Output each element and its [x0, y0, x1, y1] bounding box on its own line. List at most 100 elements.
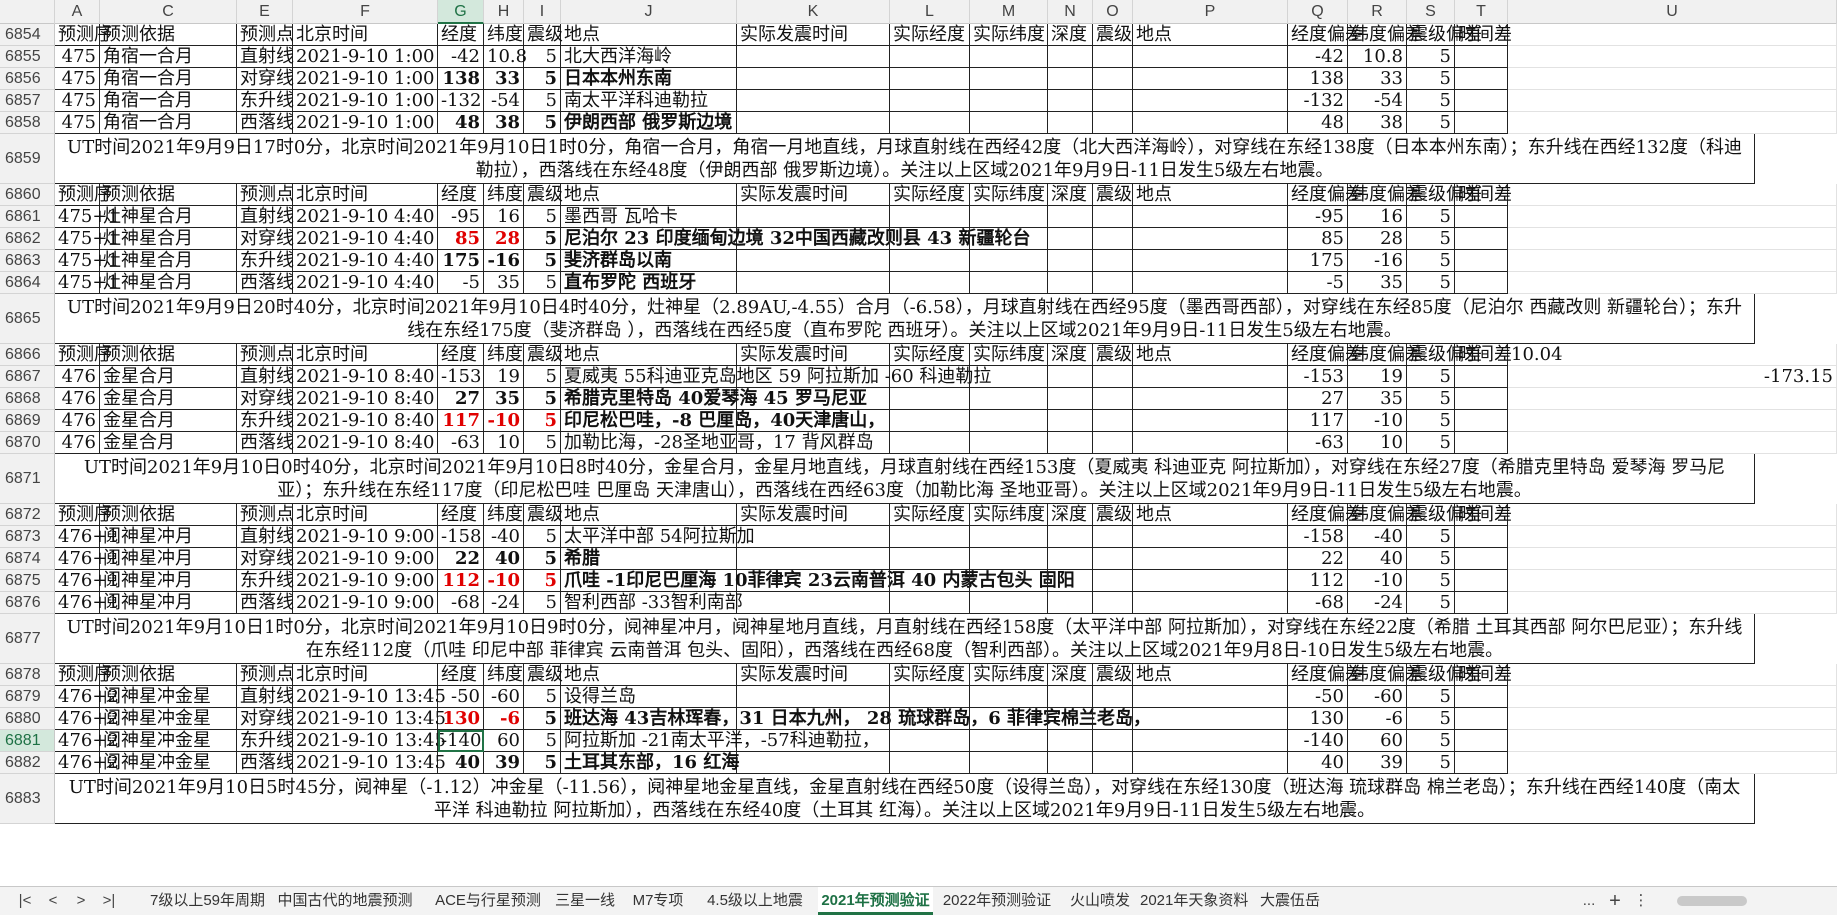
cell-l[interactable] — [890, 570, 970, 592]
header-cell-k[interactable]: 实际发震时间 — [737, 664, 890, 686]
next-sheet-button[interactable]: > — [70, 890, 92, 912]
row-number[interactable]: 6883 — [0, 774, 55, 824]
row-number[interactable]: 6862 — [0, 228, 55, 250]
cell-p[interactable] — [1133, 46, 1288, 68]
cell-u[interactable] — [1508, 708, 1837, 730]
header-cell-g[interactable]: 经度 — [438, 24, 484, 46]
cell-n[interactable] — [1048, 570, 1093, 592]
cell-m[interactable] — [970, 752, 1048, 774]
cell-i[interactable]: 5 — [524, 730, 561, 752]
cell-n[interactable] — [1048, 272, 1093, 294]
cell-l[interactable] — [890, 228, 970, 250]
cell-u[interactable] — [1508, 250, 1837, 272]
cell-p[interactable] — [1133, 410, 1288, 432]
cell-k[interactable] — [737, 272, 890, 294]
cell-j[interactable]: 直布罗陀 西班牙 — [561, 272, 737, 294]
cell-o[interactable] — [1093, 228, 1133, 250]
cell-c[interactable]: 金星合月 — [100, 366, 237, 388]
header-cell-c[interactable]: 预测依据 — [100, 24, 237, 46]
cell-c[interactable]: 角宿一合月 — [100, 112, 237, 134]
cell-p[interactable] — [1133, 388, 1288, 410]
header-cell-q[interactable]: 经度偏差 — [1288, 24, 1363, 46]
column-header-j[interactable]: J — [561, 0, 737, 24]
header-cell-h[interactable]: 纬度 — [484, 504, 524, 526]
cell-p[interactable] — [1133, 708, 1288, 730]
cell-f[interactable]: 2021-9-10 8:40 — [293, 410, 438, 432]
cell-t[interactable] — [1455, 592, 1508, 614]
cell-f[interactable]: 2021-9-10 4:40 — [293, 228, 438, 250]
cell-h[interactable]: 40 — [484, 548, 524, 570]
cell-c[interactable]: 角宿一合月 — [100, 68, 237, 90]
header-cell-i[interactable]: 震级 — [524, 24, 563, 46]
cell-f[interactable]: 2021-9-10 4:40 — [293, 250, 438, 272]
cell-u[interactable] — [1508, 68, 1837, 90]
cell-e[interactable]: 直射线 — [237, 46, 294, 68]
cell-g[interactable]: -158 — [438, 526, 484, 548]
cell-a[interactable]: 476+2 — [55, 708, 119, 730]
cell-l[interactable] — [890, 206, 970, 228]
column-header-m[interactable]: M — [970, 0, 1048, 24]
row-number[interactable]: 6870 — [0, 432, 55, 454]
cell-r[interactable]: 38 — [1348, 112, 1407, 134]
cell-q[interactable]: 130 — [1288, 708, 1348, 730]
row-number[interactable]: 6855 — [0, 46, 55, 68]
cell-t[interactable] — [1455, 410, 1508, 432]
cell-j[interactable]: 日本本州东南 — [561, 68, 737, 90]
header-cell-c[interactable]: 预测依据 — [100, 184, 237, 206]
header-cell-s[interactable]: 震级偏差 — [1407, 344, 1482, 366]
header-cell-k[interactable]: 实际发震时间 — [737, 184, 890, 206]
row-number[interactable]: 6864 — [0, 272, 55, 294]
column-header-c[interactable]: C — [100, 0, 237, 24]
header-cell-i[interactable]: 震级 — [524, 344, 563, 366]
cell-s[interactable]: 5 — [1407, 228, 1455, 250]
header-cell-l[interactable]: 实际经度 — [890, 24, 970, 46]
cell-i[interactable]: 5 — [524, 708, 561, 730]
cell-e[interactable]: 对穿线 — [237, 228, 294, 250]
cell-q[interactable]: 175 — [1288, 250, 1348, 272]
cell-m[interactable] — [970, 686, 1048, 708]
cell-t[interactable] — [1455, 366, 1508, 388]
cell-q[interactable]: -5 — [1288, 272, 1348, 294]
cell-c[interactable]: 灶神星合月 — [100, 206, 237, 228]
cell-j[interactable]: 希腊 — [561, 548, 737, 570]
cell-h[interactable]: 10 — [484, 432, 524, 454]
sheet-tab[interactable]: 2022年预测验证 — [937, 887, 1057, 915]
cell-g[interactable]: 138 — [438, 68, 484, 90]
header-cell-p[interactable]: 地点 — [1133, 344, 1288, 366]
cell-p[interactable] — [1133, 686, 1288, 708]
cell-h[interactable]: 38 — [484, 112, 524, 134]
column-header-t[interactable]: T — [1455, 0, 1508, 24]
cell-g[interactable]: 85 — [438, 228, 484, 250]
header-cell-s[interactable]: 震级偏差 — [1407, 664, 1482, 686]
cell-n[interactable] — [1048, 592, 1093, 614]
header-cell-g[interactable]: 经度 — [438, 184, 484, 206]
header-cell-a[interactable]: 预测序 — [55, 24, 112, 46]
header-cell-t[interactable]: 时间差 — [1455, 24, 1512, 46]
cell-f[interactable]: 2021-9-10 9:00 — [293, 526, 438, 548]
cell-h[interactable]: -16 — [484, 250, 524, 272]
cell-n[interactable] — [1048, 206, 1093, 228]
cell-p[interactable] — [1133, 272, 1288, 294]
cell-t[interactable] — [1455, 570, 1508, 592]
row-number[interactable]: 6859 — [0, 134, 55, 184]
cell-s[interactable]: 5 — [1407, 730, 1455, 752]
cell-r[interactable]: -6 — [1348, 708, 1407, 730]
row-number[interactable]: 6878 — [0, 664, 55, 686]
cell-g[interactable]: -140 — [438, 730, 484, 752]
cell-t[interactable] — [1455, 250, 1508, 272]
cell-k[interactable] — [737, 432, 890, 454]
row-number[interactable]: 6877 — [0, 614, 55, 664]
cell-t[interactable] — [1455, 388, 1508, 410]
cell-e[interactable]: 西落线 — [237, 432, 294, 454]
header-cell-s[interactable]: 震级偏差 — [1407, 24, 1482, 46]
cell-q[interactable]: -42 — [1288, 46, 1348, 68]
column-header-a[interactable]: A — [55, 0, 100, 24]
cell-q[interactable]: -63 — [1288, 432, 1348, 454]
cell-o[interactable] — [1093, 570, 1133, 592]
cell-l[interactable] — [890, 432, 970, 454]
cell-e[interactable]: 西落线 — [237, 592, 294, 614]
cell-f[interactable]: 2021-9-10 8:40 — [293, 432, 438, 454]
row-number[interactable]: 6879 — [0, 686, 55, 708]
cell-p[interactable] — [1133, 206, 1288, 228]
cell-c[interactable]: 角宿一合月 — [100, 46, 237, 68]
